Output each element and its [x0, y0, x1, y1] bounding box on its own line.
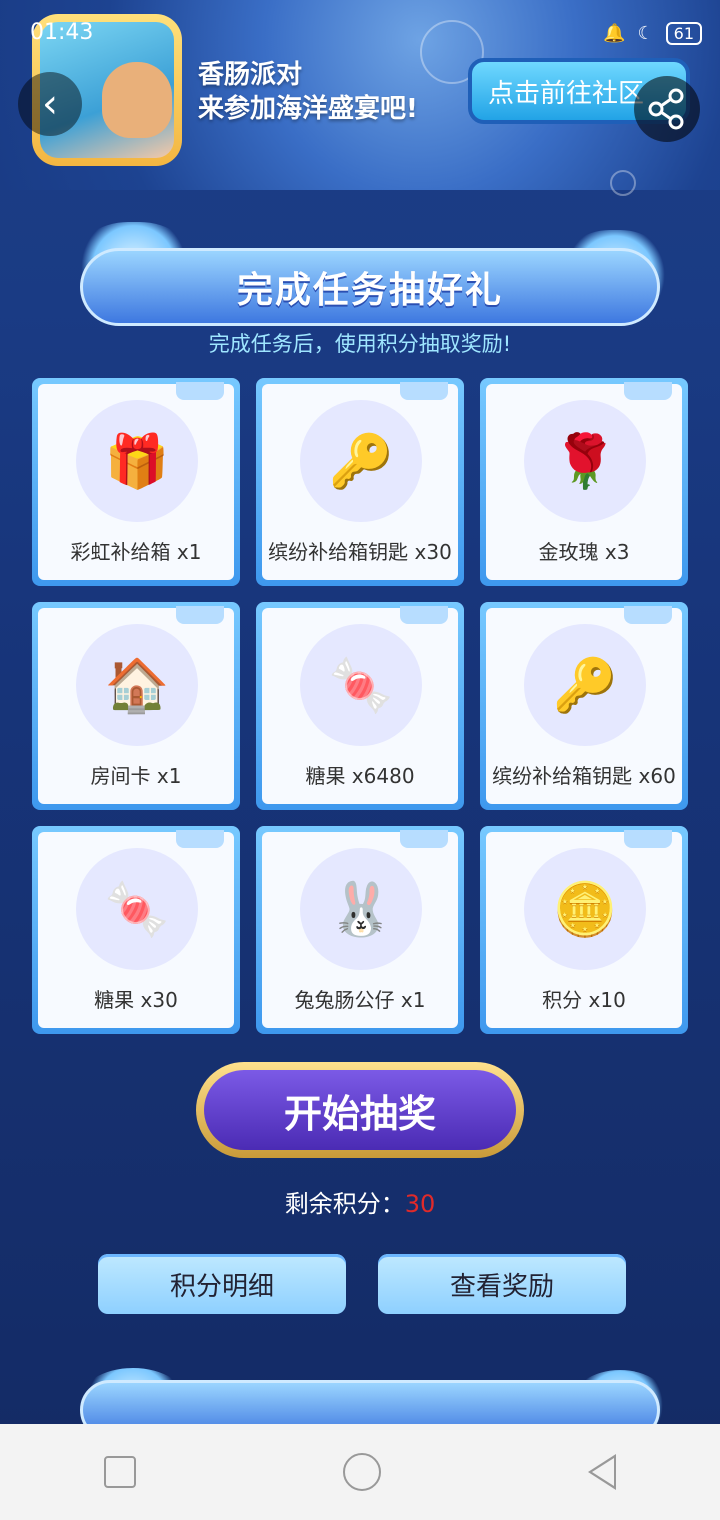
home-button[interactable] [342, 1453, 381, 1491]
reward-card: 🪙 积分 x10 [480, 826, 688, 1034]
reward-card: 🍬 糖果 x30 [32, 826, 240, 1034]
crate-icon: 🎁 [76, 400, 198, 522]
banner-title: 香肠派对 来参加海洋盛宴吧! [198, 58, 418, 126]
keys-icon: 🔑 [524, 624, 646, 746]
remaining-points: 剩余积分：30 [0, 1184, 720, 1219]
recent-apps-button[interactable] [103, 1456, 136, 1488]
reward-label: 彩虹补给箱 x1 [70, 540, 202, 564]
share-button[interactable] [634, 76, 700, 142]
view-rewards-button[interactable]: 查看奖励 [378, 1254, 626, 1314]
section-title-banner: 完成任务抽好礼 [80, 248, 660, 326]
status-time: 01:43 [30, 20, 94, 45]
system-nav-bar [0, 1424, 720, 1520]
card-tab [624, 606, 672, 624]
reward-card: 🔑 缤纷补给箱钥匙 x30 [256, 378, 464, 586]
card-tab [176, 382, 224, 400]
reward-card: 🐰 兔兔肠公仔 x1 [256, 826, 464, 1034]
points-coin-icon: 🪙 [524, 848, 646, 970]
card-tab [176, 830, 224, 848]
reward-card: 🏠 房间卡 x1 [32, 602, 240, 810]
share-icon [648, 88, 684, 130]
section-subtitle: 完成任务后，使用积分抽取奖励! [208, 332, 512, 356]
back-nav-button[interactable] [588, 1454, 617, 1490]
card-tab [176, 606, 224, 624]
card-tab [400, 382, 448, 400]
reward-label: 兔兔肠公仔 x1 [294, 988, 426, 1012]
points-detail-button[interactable]: 积分明细 [98, 1254, 346, 1314]
moon-icon: ☾ [637, 23, 654, 44]
reward-label: 金玫瑰 x3 [538, 540, 630, 564]
bell-icon: 🔔 [603, 23, 626, 44]
remaining-points-label: 剩余积分： [284, 1190, 405, 1218]
reward-label: 缤纷补给箱钥匙 x30 [268, 540, 452, 564]
reward-label: 缤纷补给箱钥匙 x60 [492, 764, 676, 788]
banner-title-line1: 香肠派对 [198, 60, 303, 90]
mascot-image [102, 62, 172, 138]
reward-label: 糖果 x30 [94, 988, 178, 1012]
remaining-points-value: 30 [404, 1190, 436, 1218]
reward-label: 糖果 x6480 [305, 764, 415, 788]
card-tab [624, 830, 672, 848]
room-card-icon: 🏠 [76, 624, 198, 746]
card-tab [400, 830, 448, 848]
reward-card: 🔑 缤纷补给箱钥匙 x60 [480, 602, 688, 810]
chevron-left-icon: ‹ [42, 81, 58, 127]
reward-card: 🎁 彩虹补给箱 x1 [32, 378, 240, 586]
back-button[interactable]: ‹ [18, 72, 82, 136]
status-bar-right: 🔔 ☾ 61 [603, 22, 702, 45]
candy-pile-icon: 🍬 [300, 624, 422, 746]
reward-card: 🌹 金玫瑰 x3 [480, 378, 688, 586]
banner-title-line2: 来参加海洋盛宴吧! [198, 94, 418, 124]
start-draw-label: 开始抽奖 [204, 1070, 516, 1150]
card-tab [400, 606, 448, 624]
card-tab [624, 382, 672, 400]
reward-label: 房间卡 x1 [90, 764, 182, 788]
start-draw-button[interactable]: 开始抽奖 [196, 1062, 524, 1158]
bunny-plush-icon: 🐰 [300, 848, 422, 970]
reward-label: 积分 x10 [542, 988, 626, 1012]
keys-icon: 🔑 [300, 400, 422, 522]
candy-icon: 🍬 [76, 848, 198, 970]
bubble-decoration [610, 170, 636, 196]
section-title: 完成任务抽好礼 [236, 270, 503, 311]
reward-card: 🍬 糖果 x6480 [256, 602, 464, 810]
battery-indicator: 61 [665, 22, 702, 45]
gold-rose-icon: 🌹 [524, 400, 646, 522]
